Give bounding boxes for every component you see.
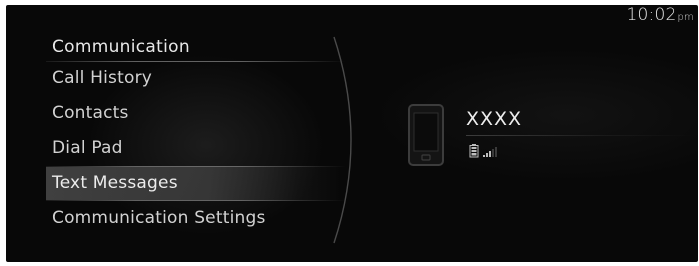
- menu-item-communication-settings[interactable]: Communication Settings: [46, 202, 342, 235]
- device-status-icons: [469, 144, 497, 158]
- signal-bar: [489, 151, 491, 157]
- status-clock: 10:02pm: [627, 5, 695, 25]
- menu-item-dial-pad[interactable]: Dial Pad: [46, 132, 342, 165]
- menu-item-contacts[interactable]: Contacts: [46, 97, 342, 130]
- device-name: XXXX: [466, 108, 523, 130]
- infotainment-screen: 10:02pm Communication Call History Conta…: [6, 5, 698, 262]
- signal-bar: [492, 149, 494, 157]
- signal-icon: [483, 147, 497, 157]
- clock-time: 10:02: [626, 5, 677, 25]
- menu-item-text-messages[interactable]: Text Messages: [46, 167, 342, 200]
- device-name-underline: [466, 135, 696, 136]
- menu-arc-divider: [333, 36, 352, 244]
- menu-item-call-history[interactable]: Call History: [46, 62, 342, 95]
- signal-bar: [486, 153, 488, 157]
- selection-bottom-divider: [46, 200, 346, 201]
- signal-bar: [495, 147, 497, 157]
- clock-ampm: pm: [677, 12, 694, 23]
- battery-icon: [469, 144, 479, 158]
- signal-bar: [483, 155, 485, 157]
- phone-icon: [408, 104, 444, 166]
- menu-title: Communication: [52, 37, 190, 57]
